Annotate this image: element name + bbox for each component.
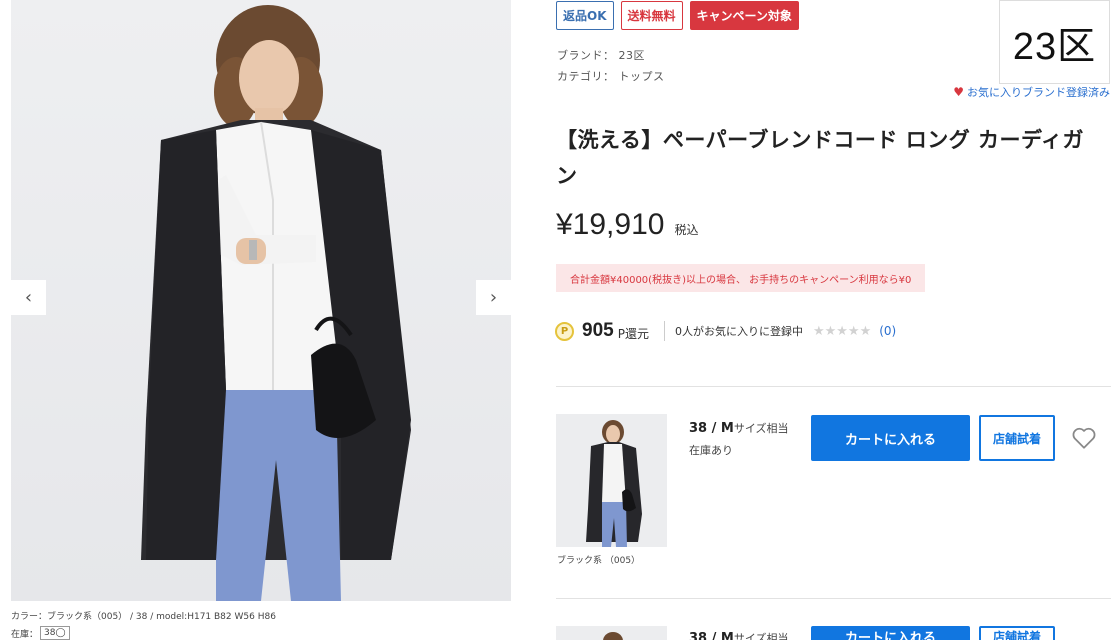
image-caption: カラー：ブラック系（005） / 38 / model:H171 B82 W56… bbox=[11, 612, 276, 622]
category-meta: カテゴリ： トップス bbox=[557, 70, 665, 83]
next-image-button[interactable]: › bbox=[476, 280, 511, 315]
review-count-link[interactable]: (0) bbox=[879, 324, 896, 338]
sku-size-value: 38 / M bbox=[689, 631, 734, 640]
chevron-left-icon: ‹ bbox=[24, 287, 33, 308]
product-image-gallery[interactable]: ‹ › bbox=[11, 0, 511, 601]
sku-size: 38 / Mサイズ相当 bbox=[689, 630, 789, 640]
sku-color-label: ブラック系 （005） bbox=[557, 556, 641, 566]
heart-filled-icon: ♥ bbox=[953, 85, 964, 99]
brand-logo-text: 23区 bbox=[1012, 25, 1097, 68]
stock-label: 在庫： bbox=[11, 629, 39, 640]
product-title: 【洗える】ペーパーブレンドコード ロング カーディガン bbox=[556, 128, 1085, 188]
sku-thumbnail-photo bbox=[556, 414, 667, 547]
points-label: P還元 bbox=[617, 326, 649, 341]
heart-outline-icon[interactable] bbox=[1071, 426, 1097, 450]
brand-meta: ブランド： 23区 bbox=[557, 49, 645, 62]
tax-label: 税込 bbox=[674, 223, 699, 237]
sku-size: 38 / Mサイズ相当 bbox=[689, 420, 789, 436]
sku-thumbnail[interactable] bbox=[556, 626, 667, 640]
points-row: P 905 P還元 0人がお気に入りに登録中 ★★★★★ (0) bbox=[555, 318, 896, 344]
divider bbox=[556, 598, 1111, 599]
sku-stock-status: 在庫あり bbox=[689, 444, 733, 457]
sku-size-suffix: サイズ相当 bbox=[733, 422, 789, 435]
sku-thumbnail[interactable] bbox=[556, 414, 667, 547]
store-try-on-button[interactable]: 店舗試着 bbox=[979, 415, 1055, 461]
add-to-cart-button[interactable]: カートに入れる bbox=[811, 626, 970, 640]
price-block: ¥19,910 税込 bbox=[556, 208, 698, 242]
favorite-count: 0人がお気に入りに登録中 bbox=[674, 325, 803, 338]
store-try-on-button[interactable]: 店舗試着 bbox=[979, 626, 1055, 640]
price-amount: ¥19,910 bbox=[556, 208, 665, 241]
previous-image-button[interactable]: ‹ bbox=[11, 280, 46, 315]
favorite-brand-label: お気に入りブランド登録済み bbox=[967, 86, 1110, 99]
favorite-brand-link[interactable]: ♥ お気に入りブランド登録済み bbox=[953, 84, 1110, 100]
divider bbox=[556, 386, 1111, 387]
product-photo bbox=[141, 5, 411, 601]
free-shipping-badge: 送料無料 bbox=[620, 1, 683, 30]
returnable-badge: 返品OK bbox=[556, 1, 614, 30]
points-coin-icon: P bbox=[555, 321, 574, 341]
campaign-badge: キャンペーン対象 bbox=[689, 1, 799, 30]
image-stock-line: 在庫： 38◯ bbox=[11, 626, 70, 640]
product-badges: 返品OK 送料無料 キャンペーン対象 bbox=[556, 1, 799, 30]
divider bbox=[663, 321, 665, 341]
campaign-note: 合計金額¥40000(税抜き)以上の場合、 お手持ちのキャンペーン利用なら¥0 bbox=[556, 264, 926, 292]
points-value: 905 bbox=[582, 320, 614, 341]
sku-thumbnail-photo bbox=[556, 627, 667, 640]
stock-size-box: 38◯ bbox=[40, 626, 70, 640]
chevron-right-icon: › bbox=[489, 287, 498, 308]
add-to-cart-button[interactable]: カートに入れる bbox=[811, 415, 970, 461]
sku-size-suffix: サイズ相当 bbox=[733, 632, 789, 640]
brand-logo[interactable]: 23区 bbox=[999, 0, 1110, 84]
sku-size-value: 38 / M bbox=[689, 421, 734, 436]
rating-stars-icon: ★★★★★ bbox=[812, 323, 872, 339]
